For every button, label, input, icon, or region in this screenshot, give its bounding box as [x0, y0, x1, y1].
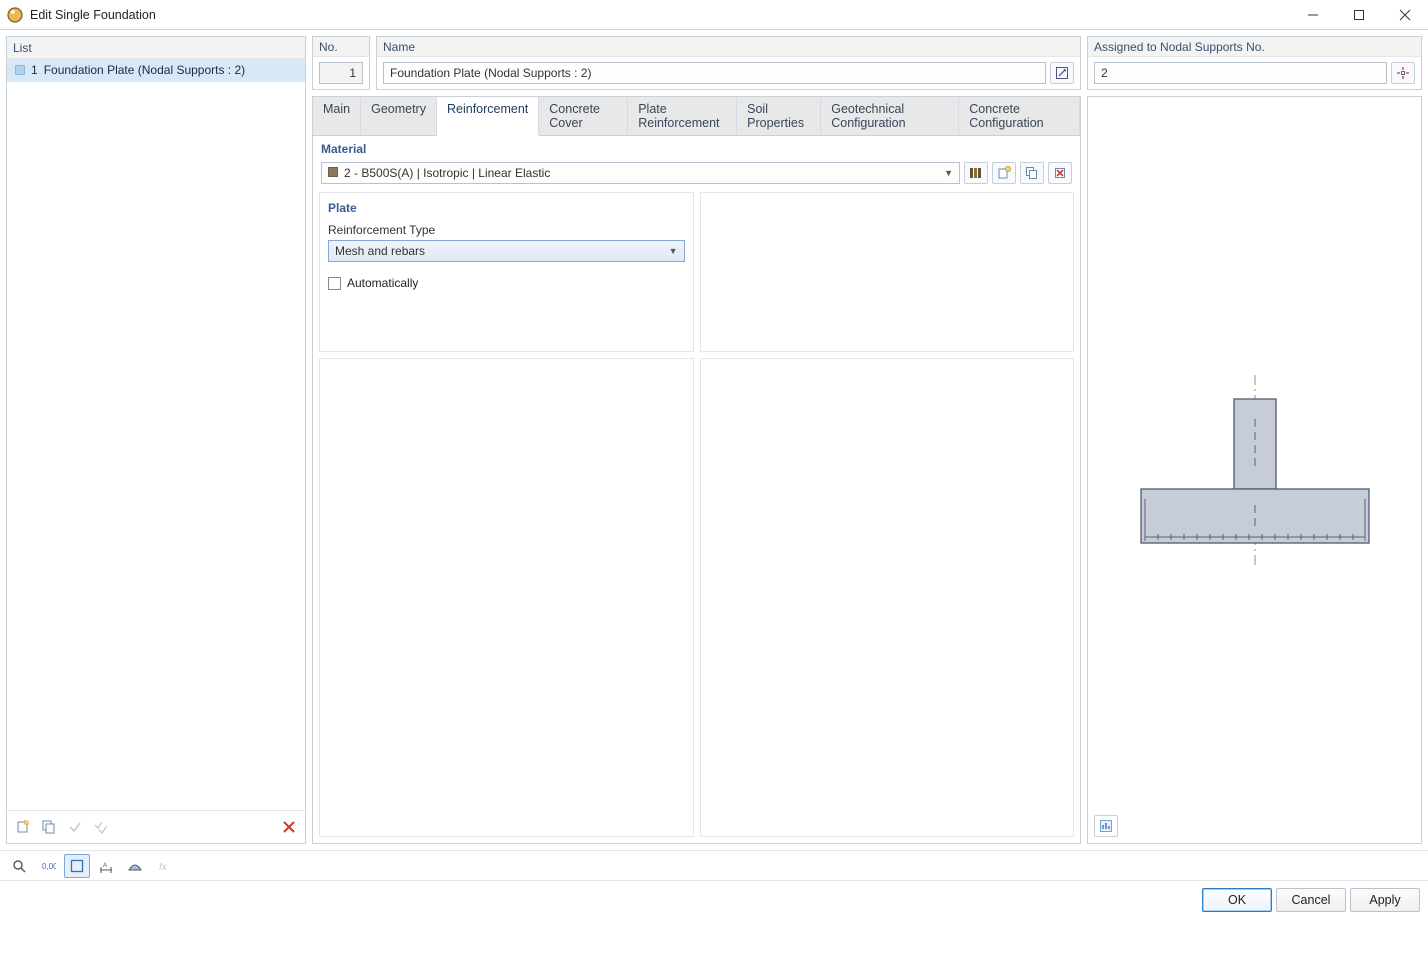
tab-geometry[interactable]: Geometry: [361, 97, 437, 135]
reinforcement-type-value: Mesh and rebars: [335, 244, 425, 258]
plate-card: Plate Reinforcement Type Mesh and rebars…: [319, 192, 694, 352]
tabs-panel: MainGeometryReinforcementConcrete CoverP…: [312, 96, 1081, 844]
cancel-button[interactable]: Cancel: [1276, 888, 1346, 912]
tab-content: Material 2 - B500S(A) | Isotropic | Line…: [313, 136, 1080, 843]
tab-main[interactable]: Main: [313, 97, 361, 135]
no-header: No.: [313, 37, 369, 57]
middle-column: No. Name MainGeometryReinforcementConcre…: [312, 36, 1081, 844]
no-panel: No.: [312, 36, 370, 90]
tabstrip: MainGeometryReinforcementConcrete CoverP…: [313, 97, 1080, 136]
automatically-checkbox[interactable]: Automatically: [328, 276, 685, 290]
list-body: 1 Foundation Plate (Nodal Supports : 2): [7, 59, 305, 843]
left-column: List 1 Foundation Plate (Nodal Supports …: [6, 36, 306, 844]
plate-row: Plate Reinforcement Type Mesh and rebars…: [313, 192, 1080, 358]
lower-cell-left: [319, 358, 694, 837]
workspace: List 1 Foundation Plate (Nodal Supports …: [0, 30, 1428, 850]
svg-text:0,00: 0,00: [42, 862, 56, 871]
ok-button[interactable]: OK: [1202, 888, 1272, 912]
preview-panel: [1087, 96, 1422, 844]
status-view1-button[interactable]: [64, 854, 90, 878]
list-panel: List 1 Foundation Plate (Nodal Supports …: [6, 36, 306, 844]
svg-text:A: A: [103, 863, 107, 869]
automatically-label: Automatically: [347, 276, 418, 290]
preview-settings-button[interactable]: [1094, 815, 1118, 837]
name-panel: Name: [376, 36, 1081, 90]
list-item[interactable]: 1 Foundation Plate (Nodal Supports : 2): [7, 59, 305, 82]
status-shade-button[interactable]: [122, 854, 148, 878]
material-selected: 2 - B500S(A) | Isotropic | Linear Elasti…: [344, 166, 550, 180]
material-new-button[interactable]: [992, 162, 1016, 184]
material-library-button[interactable]: [964, 162, 988, 184]
right-column: Assigned to Nodal Supports No.: [1087, 36, 1422, 844]
window-controls: [1290, 0, 1428, 29]
maximize-button[interactable]: [1336, 0, 1382, 29]
tab-concrete-configuration[interactable]: Concrete Configuration: [959, 97, 1080, 135]
empty-card-right: [700, 192, 1075, 352]
list-item-number: 1: [31, 63, 38, 77]
status-search-button[interactable]: [6, 854, 32, 878]
reinforcement-type-label: Reinforcement Type: [328, 223, 685, 237]
window-title: Edit Single Foundation: [30, 8, 1290, 22]
foundation-preview-drawing: [1088, 97, 1421, 843]
chevron-down-icon: ▼: [944, 168, 953, 178]
status-function-button: fx: [151, 854, 177, 878]
material-title: Material: [321, 142, 1072, 156]
assigned-pick-button[interactable]: [1391, 62, 1415, 84]
close-button[interactable]: [1382, 0, 1428, 29]
tab-geotechnical-configuration[interactable]: Geotechnical Configuration: [821, 97, 959, 135]
material-copy-button[interactable]: [1020, 162, 1044, 184]
status-toolbar: 0,00 A fx: [0, 850, 1428, 880]
no-field: [319, 62, 363, 84]
minimize-button[interactable]: [1290, 0, 1336, 29]
material-group: Material 2 - B500S(A) | Isotropic | Line…: [313, 136, 1080, 192]
chevron-down-icon: ▼: [669, 246, 678, 256]
status-units-button[interactable]: 0,00: [35, 854, 61, 878]
lower-cell-right: [700, 358, 1075, 837]
list-header: List: [7, 37, 305, 59]
name-field[interactable]: [383, 62, 1046, 84]
list-item-label: Foundation Plate (Nodal Supports : 2): [44, 63, 245, 77]
tab-soil-properties[interactable]: Soil Properties: [737, 97, 821, 135]
copy-item-button[interactable]: [37, 815, 61, 839]
material-swatch-icon: [328, 167, 338, 177]
list-toolbar: [7, 810, 305, 843]
checkbox-box-icon: [328, 277, 341, 290]
tab-reinforcement[interactable]: Reinforcement: [437, 97, 539, 136]
reinforcement-type-select[interactable]: Mesh and rebars ▼: [328, 240, 685, 262]
check-button: [63, 815, 87, 839]
list-item-swatch-icon: [15, 65, 25, 75]
assigned-header: Assigned to Nodal Supports No.: [1088, 37, 1421, 57]
lower-grid: [313, 358, 1080, 843]
name-header: Name: [377, 37, 1080, 57]
app-icon: [6, 6, 24, 24]
window-titlebar: Edit Single Foundation: [0, 0, 1428, 30]
assigned-field[interactable]: [1094, 62, 1387, 84]
dialog-footer: OK Cancel Apply: [0, 880, 1428, 918]
plate-title: Plate: [328, 201, 685, 215]
tab-plate-reinforcement[interactable]: Plate Reinforcement: [628, 97, 737, 135]
apply-button[interactable]: Apply: [1350, 888, 1420, 912]
material-delete-button[interactable]: [1048, 162, 1072, 184]
check-all-button: [89, 815, 113, 839]
svg-text:fx: fx: [159, 862, 168, 873]
preview-toolbar: [1094, 815, 1118, 837]
delete-item-button[interactable]: [277, 815, 301, 839]
tab-concrete-cover[interactable]: Concrete Cover: [539, 97, 628, 135]
new-item-button[interactable]: [11, 815, 35, 839]
header-row: No. Name: [312, 36, 1081, 90]
status-dimension-button[interactable]: A: [93, 854, 119, 878]
material-select[interactable]: 2 - B500S(A) | Isotropic | Linear Elasti…: [321, 162, 960, 184]
assigned-panel: Assigned to Nodal Supports No.: [1087, 36, 1422, 90]
edit-name-button[interactable]: [1050, 62, 1074, 84]
